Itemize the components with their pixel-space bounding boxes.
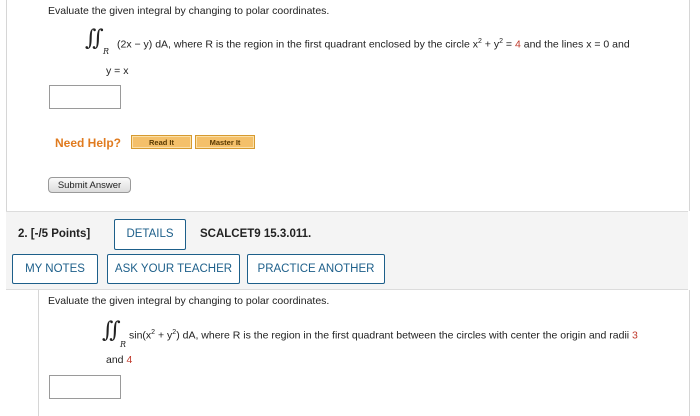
question-1-prompt: Evaluate the given integral by changing …	[48, 5, 330, 17]
points-label: [-/5 Points]	[30, 228, 91, 240]
region-subscript: R	[103, 47, 110, 56]
double-integral-symbol-2: ∬	[102, 318, 121, 343]
my-notes-button[interactable]: MY NOTES	[12, 254, 98, 284]
practice-another-button[interactable]: PRACTICE ANOTHER	[247, 254, 385, 284]
question-1-line2: y = x	[106, 65, 129, 77]
question-2-prompt: Evaluate the given integral by changing …	[48, 295, 330, 307]
region-subscript-2: R	[120, 340, 127, 349]
details-button[interactable]: DETAILS	[114, 219, 186, 250]
question-2-integral-text: sin(x2 + y2) dA, where R is the region i…	[129, 329, 638, 342]
question-number: 2. [-/5 Points]	[18, 228, 91, 240]
answer-input-1[interactable]	[49, 85, 121, 109]
double-integral-symbol: ∬	[85, 26, 104, 51]
radius-1-value: 3	[632, 329, 638, 342]
ask-your-teacher-button[interactable]: ASK YOUR TEACHER	[107, 254, 240, 284]
need-help-label: Need Help?	[55, 136, 122, 150]
question-1-integral-text: (2x − y) dA, where R is the region in th…	[117, 38, 630, 51]
question-2-pane	[38, 290, 690, 416]
submit-answer-button[interactable]: Submit Answer	[48, 177, 131, 193]
radius-2-value: 4	[126, 354, 133, 366]
question-2-header: 2. [-/5 Points] DETAILS SCALCET9 15.3.01…	[6, 211, 688, 290]
question-code: SCALCET9 15.3.011.	[200, 228, 312, 240]
read-it-button[interactable]: Read It	[131, 135, 192, 149]
question-2-line2: and 4	[106, 354, 133, 366]
answer-input-2[interactable]	[49, 375, 121, 399]
master-it-button[interactable]: Master It	[195, 135, 255, 149]
